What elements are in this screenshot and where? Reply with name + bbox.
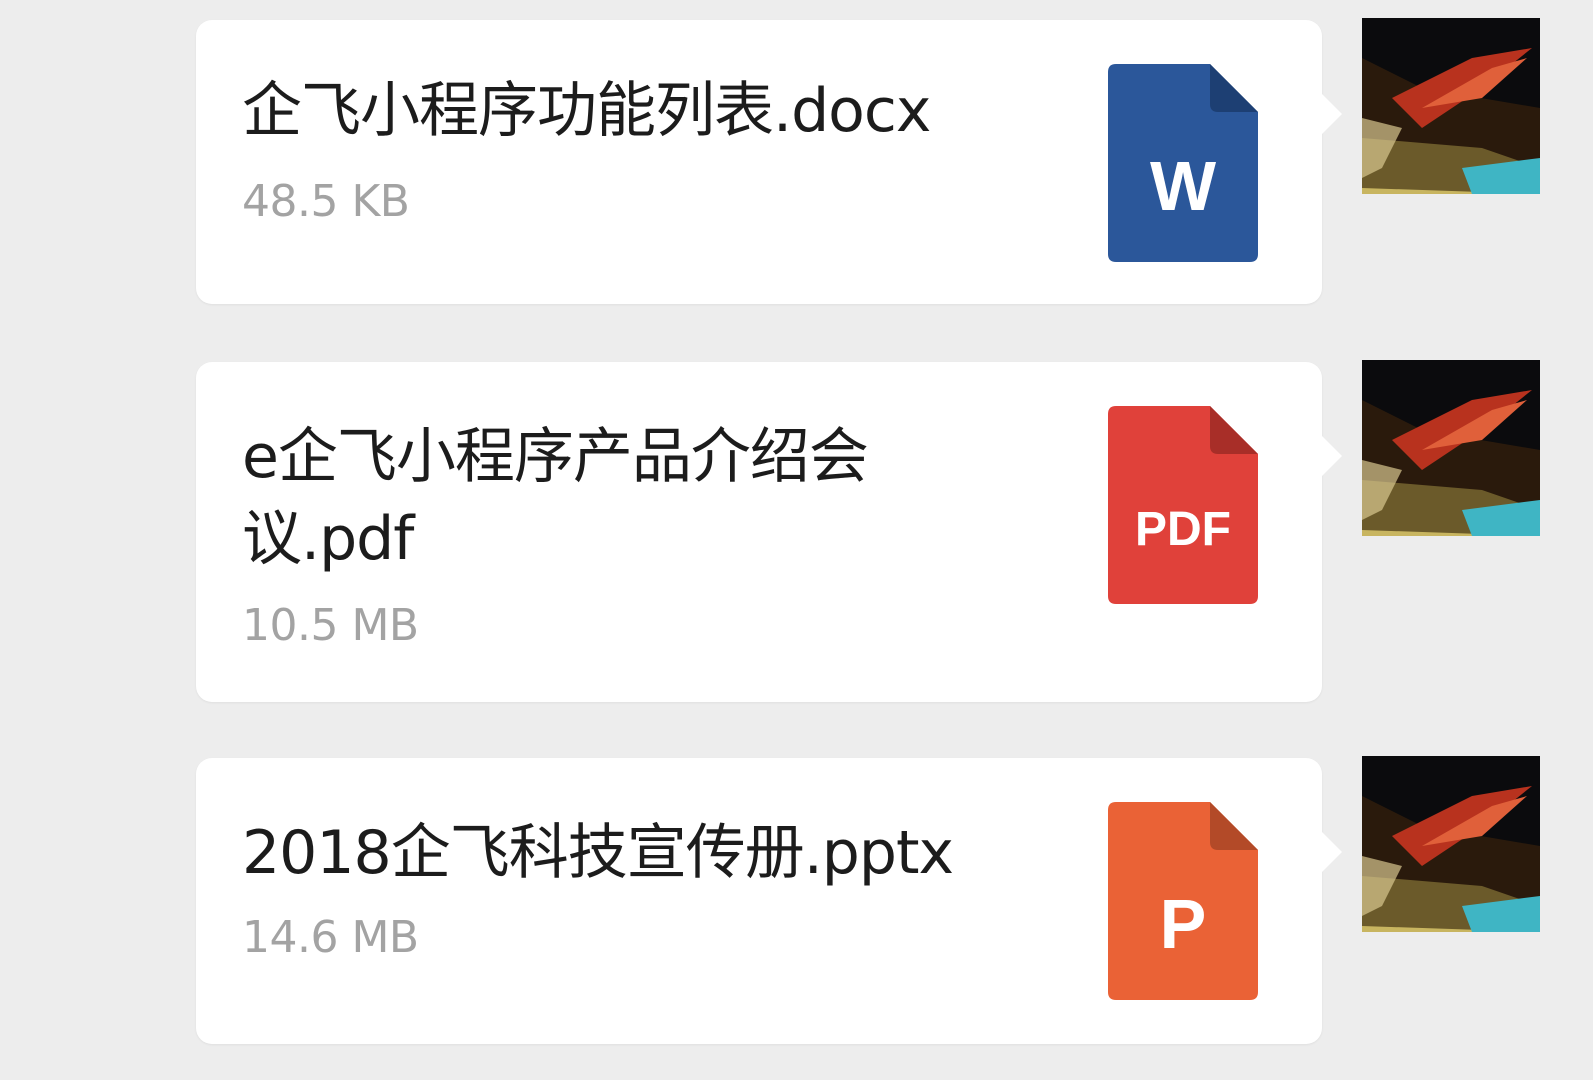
bubble-tail: [1320, 434, 1342, 478]
file-type-label: P: [1159, 885, 1207, 963]
file-name: e企飞小程序产品介绍会议.pdf: [242, 422, 869, 574]
file-size: 10.5 MB: [242, 600, 419, 651]
file-name: 企飞小程序功能列表.docx: [242, 76, 931, 146]
file-name: 2018企飞科技宣传册.pptx: [242, 818, 954, 888]
file-message-bubble[interactable]: 企飞小程序功能列表.docx 48.5 KB W: [196, 20, 1342, 304]
pdf-file-icon: PDF: [1108, 406, 1258, 604]
avatar[interactable]: [1362, 360, 1540, 536]
bubble-tail: [1320, 830, 1342, 874]
file-message-bubble[interactable]: e企飞小程序产品介绍会议.pdf 10.5 MB PDF: [196, 362, 1342, 702]
file-size: 48.5 KB: [242, 176, 410, 227]
word-file-icon: W: [1108, 64, 1258, 262]
powerpoint-file-icon: P: [1108, 802, 1258, 1000]
avatar[interactable]: [1362, 18, 1540, 194]
bubble-tail: [1320, 92, 1342, 136]
file-message-bubble[interactable]: 2018企飞科技宣传册.pptx 14.6 MB P: [196, 758, 1342, 1044]
file-type-label: PDF: [1135, 503, 1231, 556]
file-size: 14.6 MB: [242, 912, 419, 963]
file-type-label: W: [1149, 147, 1217, 225]
avatar[interactable]: [1362, 756, 1540, 932]
